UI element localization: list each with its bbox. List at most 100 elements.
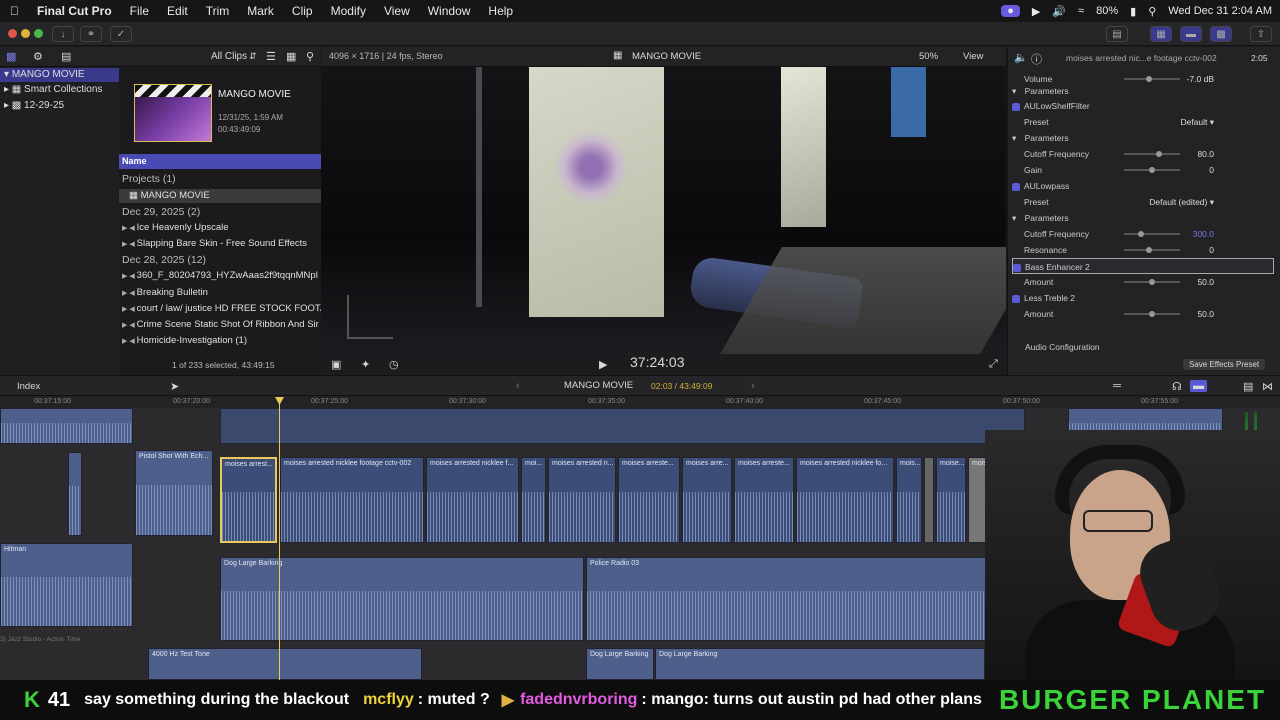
browser-toggle-icon[interactable]: ▦: [1150, 26, 1172, 42]
screen-record-icon[interactable]: ●: [1001, 5, 1020, 17]
param-value[interactable]: 0: [1209, 162, 1214, 178]
menu-clip[interactable]: Clip: [292, 4, 313, 18]
inspector-row-effect[interactable]: AULowShelfFilter: [1012, 98, 1274, 114]
volume-icon[interactable]: 🔊: [1052, 5, 1066, 18]
disclosure-icon[interactable]: ▶ ◀: [122, 273, 137, 280]
inspector-row-param[interactable]: Gain 0: [1012, 162, 1274, 178]
import-icon[interactable]: ↓: [52, 26, 74, 42]
zoom-window-button[interactable]: [34, 29, 43, 38]
param-value[interactable]: 50.0: [1197, 274, 1214, 290]
layout-icon[interactable]: ▤: [1106, 26, 1128, 42]
chevron-updown-icon[interactable]: ⇵: [249, 51, 257, 62]
param-value[interactable]: Default (edited) ▾: [1149, 194, 1214, 210]
transitions-icon[interactable]: ⋈: [1262, 380, 1273, 393]
play-icon[interactable]: ▶: [1032, 5, 1040, 18]
app-menu[interactable]: Final Cut Pro: [37, 4, 112, 18]
disclosure-icon[interactable]: ▶ ◀: [122, 225, 137, 232]
select-tool-icon[interactable]: ➤: [170, 380, 179, 393]
clip-moises[interactable]: moises arrested n...: [548, 457, 616, 543]
magic-wand-icon[interactable]: ✦: [361, 358, 370, 371]
param-value[interactable]: Default ▾: [1180, 114, 1214, 130]
audio-clip[interactable]: [68, 452, 82, 536]
sidebar-item-smart-collections[interactable]: ▸ ▦ Smart Collections: [4, 84, 102, 95]
browser-row[interactable]: ▦ MANGO MOVIE: [119, 189, 321, 203]
background-tasks-icon[interactable]: ✓: [110, 26, 132, 42]
browser-group-row[interactable]: Dec 28, 2025 (12): [122, 254, 206, 266]
speed-icon[interactable]: ◷: [389, 358, 399, 371]
checkbox-icon[interactable]: [1013, 263, 1021, 272]
disclosure-icon[interactable]: ▶ ◀: [122, 338, 137, 345]
disclosure-icon[interactable]: ▾: [1012, 86, 1019, 96]
audio-clip[interactable]: [0, 408, 133, 444]
name-column-header[interactable]: Name: [119, 154, 321, 169]
clip-appearance-icon[interactable]: ═: [1113, 380, 1121, 392]
disclosure-icon[interactable]: ▾: [1012, 133, 1019, 143]
menu-edit[interactable]: Edit: [167, 4, 188, 18]
inspector-row-param[interactable]: Amount 50.0: [1012, 274, 1274, 290]
audio-tab-icon[interactable]: 🔈: [1014, 51, 1028, 64]
clip-moises[interactable]: moises arreste...: [618, 457, 680, 543]
disclosure-icon[interactable]: ▶ ◀: [122, 290, 137, 297]
battery-icon[interactable]: ▮: [1130, 5, 1136, 18]
libraries-icon[interactable]: ▩: [6, 50, 16, 63]
browser-row[interactable]: ▶ ◀ Homicide-Investigation (1): [122, 335, 247, 346]
video-frame[interactable]: [321, 67, 1006, 354]
disclosure-icon[interactable]: ▶ ◀: [122, 306, 137, 313]
list-view-icon[interactable]: ☰: [266, 50, 276, 63]
browser-row[interactable]: ▶ ◀ 360_F_80204793_HYZwAaas2f9tqqnMNpl: [122, 270, 318, 281]
clip-jazz-studio[interactable]: 3) Jazz Studio - Action Time: [0, 636, 81, 643]
browser-group-row[interactable]: Dec 29, 2025 (2): [122, 206, 200, 218]
browser-row[interactable]: ▶ ◀ Crime Scene Static Shot Of Ribbon An…: [122, 319, 319, 330]
inspector-row-param[interactable]: Amount 50.0: [1012, 306, 1274, 322]
inspector-row-effect[interactable]: Less Treble 2: [1012, 290, 1274, 306]
skimming-icon[interactable]: ▬: [1190, 380, 1207, 392]
inspector-row-param[interactable]: Preset Default ▾: [1012, 114, 1274, 130]
view-menu[interactable]: View: [963, 51, 983, 62]
timeline-toggle-icon[interactable]: ▬: [1180, 26, 1202, 42]
clip-moises[interactable]: moises arrested nicklee fo...: [796, 457, 894, 543]
wifi-icon[interactable]: ≈: [1078, 5, 1084, 17]
browser-group-row[interactable]: Projects (1): [122, 173, 176, 185]
headphones-icon[interactable]: ☊: [1172, 380, 1182, 393]
menu-modify[interactable]: Modify: [331, 4, 366, 18]
inspector-row-param[interactable]: Cutoff Frequency 300.0: [1012, 226, 1274, 242]
param-value[interactable]: 300.0: [1193, 226, 1214, 242]
clip-moises[interactable]: mois...: [896, 457, 922, 543]
apple-icon[interactable]: : [10, 4, 19, 18]
param-slider[interactable]: [1124, 153, 1180, 155]
menu-view[interactable]: View: [384, 4, 410, 18]
param-value[interactable]: 0: [1209, 242, 1214, 258]
back-icon[interactable]: ‹: [516, 380, 520, 392]
inspector-row-section[interactable]: ▾ Parameters: [1012, 210, 1274, 226]
photos-icon[interactable]: ⚙: [33, 50, 43, 63]
browser-row[interactable]: ▶ ◀ Ice Heavenly Upscale: [122, 222, 229, 233]
clip-test-tone[interactable]: 4000 Hz Test Tone: [148, 648, 422, 680]
clip-moises[interactable]: moises arre...: [682, 457, 732, 543]
browser-row[interactable]: ▶ ◀ Slapping Bare Skin - Free Sound Effe…: [122, 238, 307, 249]
slider-knob[interactable]: [1155, 151, 1162, 157]
keyword-icon[interactable]: ⚭: [80, 26, 102, 42]
index-button[interactable]: Index: [17, 381, 40, 392]
forward-icon[interactable]: ›: [751, 380, 755, 392]
inspector-row-section[interactable]: ▾ Parameters: [1012, 130, 1274, 146]
param-slider[interactable]: [1124, 233, 1180, 235]
clock[interactable]: Wed Dec 31 2:04 AM: [1168, 5, 1272, 17]
clip-moises[interactable]: moi...: [521, 457, 546, 543]
close-window-button[interactable]: [8, 29, 17, 38]
clip-selected[interactable]: moises arrest...: [220, 457, 277, 543]
param-value[interactable]: 80.0: [1197, 146, 1214, 162]
project-thumbnail[interactable]: [134, 84, 212, 142]
slider-knob[interactable]: [1146, 76, 1153, 82]
minimize-window-button[interactable]: [21, 29, 30, 38]
menu-file[interactable]: File: [130, 4, 149, 18]
menu-mark[interactable]: Mark: [247, 4, 274, 18]
fullscreen-icon[interactable]: ⤢: [989, 358, 998, 371]
slider-knob[interactable]: [1149, 279, 1155, 285]
transform-icon[interactable]: ▣: [331, 358, 341, 371]
slider-knob[interactable]: [1137, 231, 1144, 237]
checkbox-icon[interactable]: [1012, 182, 1020, 191]
inspector-toggle-icon[interactable]: ▩: [1210, 26, 1232, 42]
clip-cctv-002[interactable]: moises arrested nicklee footage cctv-002: [280, 457, 424, 543]
menu-window[interactable]: Window: [428, 4, 471, 18]
slider-knob[interactable]: [1149, 311, 1155, 317]
